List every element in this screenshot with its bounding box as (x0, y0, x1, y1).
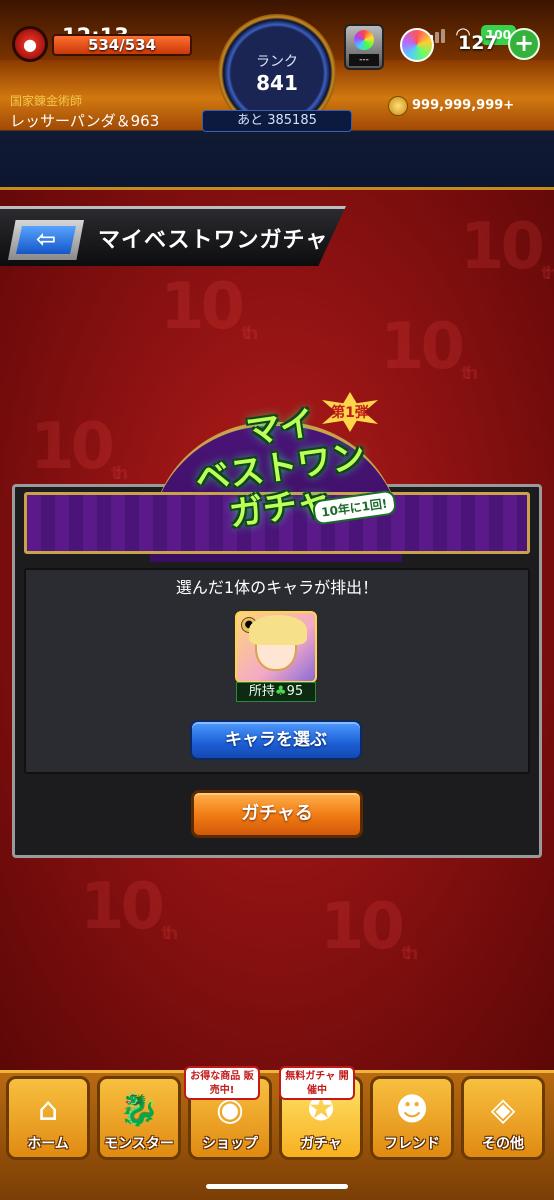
home-icon: ⌂ (37, 1090, 59, 1128)
clover-icon: ♣ (274, 684, 287, 699)
nav-label-monster: モンスター (104, 1136, 174, 1152)
orb-icon (400, 28, 434, 62)
friend-icon: ☻ (395, 1090, 429, 1128)
nav-item-home[interactable]: ⌂ ホーム (6, 1076, 90, 1160)
background-10th-mark: 10th (460, 210, 554, 284)
gacha-info-text: 選んだ1体のキャラが排出！ (175, 578, 379, 597)
gacha-logo: 第1弾 マイ ベストワン ガチャ 10年に1回! (160, 388, 400, 548)
shop-sale-badge: お得な商品 販売中! (184, 1066, 260, 1100)
nav-item-other[interactable]: ◈ その他 (461, 1076, 545, 1160)
character-owned-count: 所持♣95 (236, 682, 316, 702)
nav-item-monster[interactable]: 🐉 モンスター (97, 1076, 181, 1160)
character-portrait (249, 615, 307, 671)
back-arrow-icon[interactable]: ⇦ (16, 226, 76, 254)
owned-label: 所持 (248, 684, 275, 699)
home-indicator (206, 1184, 348, 1189)
select-character-button[interactable]: キャラを選ぶ (190, 720, 362, 760)
nav-label-friend: フレンド (384, 1136, 440, 1152)
logo-badge: 第1弾 (322, 392, 378, 432)
nav-item-friend[interactable]: ☻ フレンド (370, 1076, 454, 1160)
stamina-bar: 534/534 (52, 34, 192, 56)
nav-label-gacha: ガチャ (300, 1136, 342, 1152)
nav-label-other: その他 (482, 1136, 524, 1152)
player-name: レッサーパンダ＆963 (10, 112, 160, 130)
background-10th-mark: 10th (80, 870, 179, 944)
background-10th-mark: 10th (380, 310, 479, 384)
other-icon: ◈ (490, 1090, 516, 1128)
rank-label: ランク (256, 54, 298, 70)
slot-label: --- (349, 54, 379, 66)
owned-count: 95 (286, 684, 304, 699)
slot-machine-icon[interactable]: --- (344, 24, 384, 70)
page-title: マイベストワンガチャ (98, 228, 329, 253)
coin-icon (388, 96, 408, 116)
gacha-pull-button[interactable]: ガチャる (191, 790, 363, 838)
add-orb-button[interactable]: + (508, 28, 540, 60)
stamina-icon: ● (12, 26, 48, 62)
rank-value: 841 (256, 71, 298, 95)
character-thumbnail[interactable]: ● (235, 611, 317, 683)
monster-icon: 🐉 (119, 1090, 159, 1128)
background-10th-mark: 10th (30, 410, 129, 484)
rank-next-exp: あと 385185 (202, 110, 352, 132)
background-10th-mark: 10th (320, 890, 419, 964)
free-gacha-badge: 無料ガチャ 開催中 (279, 1066, 355, 1100)
player-title: 国家錬金術師 (10, 94, 83, 108)
nav-label-shop: ショップ (202, 1136, 258, 1152)
gem-icon (354, 30, 374, 50)
coin-value: 999,999,999+ (412, 98, 515, 113)
background-10th-mark: 10th (160, 270, 259, 344)
nav-label-home: ホーム (27, 1136, 69, 1152)
orb-count: 127 (458, 32, 498, 54)
